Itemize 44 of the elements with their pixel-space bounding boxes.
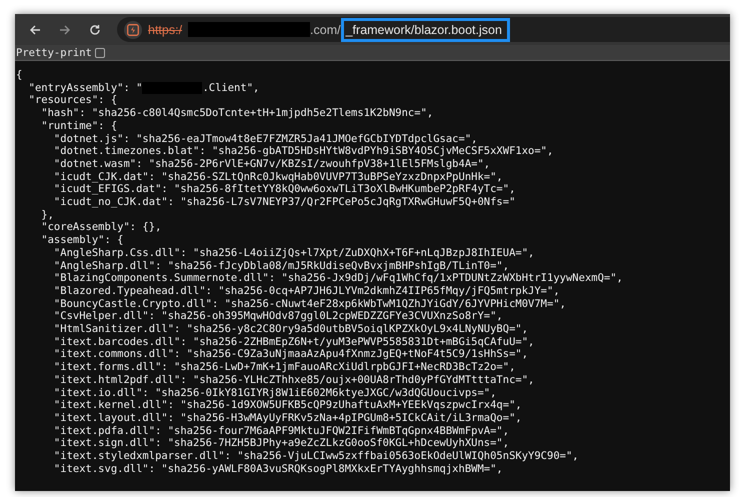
code-line: "dotnet.wasm": "sha256-2P6rVlE+GN7v/KBZsI/zwouhfpV38+1lEl5FMslgb4A=", (52, 158, 492, 171)
back-arrow-icon (29, 24, 41, 36)
code-line: "icudt_CJK.dat": "sha256-SZLtQnRc0JkwqHab0VUVP7T3uBPSeYzxzDnpxPpUnHk=", (52, 170, 504, 184)
code-line: "itext.html2pdf.dll": "sha256-YLHcZThhxe85/oujx+00UA8rThd0yPfGYdMTtttaTnc=", (52, 374, 536, 387)
code-line: "icudt_EFIGS.dat": "sha256-8fItetYY8kQ0ww6oxwTLiT3oXlBwHKumbeP2pRF4yTc=", (52, 183, 516, 196)
code-line: "Blazored.Typeahead.dll": "sha256-0cq+AP7JH6JLYVm2dkmhZ4IIP65fMqy/jFQ5mtrpkJY=", (52, 284, 561, 298)
code-line: "coreAssembly": {}, (40, 221, 162, 234)
forward-arrow-icon (59, 24, 71, 36)
code-line: "icudt_no_CJK.dat": "sha256-L7sV7NEYP37/Qr2FPCePo5cJqRgTXRwGHuwF5Q+0Nfs=" (52, 196, 516, 209)
code-line: "runtime": { (40, 120, 118, 133)
code-line: }, (40, 208, 55, 222)
code-line: "AngleSharp.Css.dll": "sha256-L4oiiZjQs+l7Xpt/ZuDXQhX+T6F+nLqJBzpJ8IhIEUA=", (52, 246, 536, 260)
code-line: .Client", (202, 82, 260, 94)
url-scheme: https:/ (148, 22, 182, 36)
lightning-icon (127, 24, 139, 36)
code-line: "entryAssembly": " (28, 82, 142, 94)
pretty-print-checkbox[interactable] (94, 48, 105, 58)
url-path: _framework/blazor.boot.json (340, 18, 510, 42)
url-host: .com/ (310, 22, 341, 36)
code-line: "itext.forms.dll": "sha256-LwD+7mK+1jmFauoARcXiUdlrpbGJFI+NecRD3BcTz2o=", (52, 361, 516, 374)
code-line: "BouncyCastle.Crypto.dll": "sha256-cNuwt4eF28xp6kWbTwM1QZhJYiGdY/6JYVPHicM0V7M=", (52, 298, 567, 310)
pretty-print-label: Pretty-print (16, 46, 92, 58)
code-line: "resources": { (28, 94, 118, 108)
code-line: "itext.commons.dll": "sha256-C9Za3uNjmaaAzApu4fXnmzJgEQ+tNoF4t5C9/1sHhSs=", (52, 348, 530, 362)
code-line: "itext.svg.dll": "sha256-yAWLF80A3vuSRQKsogPl8MXkxErTYAyghhsmqjxhBWM=", (52, 462, 504, 476)
code-line: "itext.pdfa.dll": "sha256-four7M6aAPF9MktuJFQW2IFifWmBTqGpnx4BBWmFpvA=", (52, 424, 510, 438)
code-line: "AngleSharp.dll": "sha256-fJcyDbla08/mJ5RkUdiseQvBvxjmBHPshIgB/TLinT0=", (52, 260, 510, 272)
code-line: "HtmlSanitizer.dll": "sha256-y8c2C8Ory9a5d0utbBV5oiqlKPZXkOyL9x4LNyNUyBQ=", (52, 323, 530, 336)
site-info-button[interactable] (124, 20, 142, 38)
code-line: "itext.styledxmlparser.dll": "sha256-VjuLCIww5zxffbai0563oEkOdeUlWIQh05nSKyY9C90=", (52, 450, 580, 463)
code-line: "dotnet.timezones.blat": "sha256-gbATD5HDsHYtW8vdPYh9iSBY4O5CjvMeCSF5xXWF1xo=", (52, 145, 554, 158)
code-line: "itext.sign.dll": "sha256-7HZH5BJPhy+a9eZcZLkzG0ooSf0KGL+hDcewUyhXUns=", (52, 437, 510, 450)
code-line: "itext.io.dll": "sha256-0IkY81GIYRj8W1iE602M6ktyeJXGC/w3dQGUoucivps=", (52, 386, 498, 400)
reload-icon (89, 24, 101, 36)
code-line: { (16, 69, 24, 82)
address-bar[interactable]: https:/ .com/ _framework/blazor.boot.json (117, 17, 730, 42)
code-line: "BlazingComponents.Summernote.dll": "sha256-Jx9dDj/wFq1WhCfq/1xPTDUNtZzWXbHtrI1yywNexmQ=", (52, 272, 624, 285)
code-line: "itext.barcodes.dll": "sha256-2ZHBmEpZ6N+t/yuM3ePWVP5585831Dt+mBGi5qCAfuU=", (52, 336, 536, 348)
code-line: "assembly": { (40, 234, 124, 247)
code-line: "itext.layout.dll": "sha256-H3wMAyUyFRKv5zNa+4pIPGUm8+5ICkCAit/iL3rmaQo=", (52, 412, 523, 425)
code-line: "hash": "sha256-c80l4Qsmc5DoTcnte+tH+1mjpdh5e2Tlems1K2bN9nc=", (40, 107, 434, 120)
code-line: "CsvHelper.dll": "sha256-oh395MqwHOdv87ggl0L2cpWEDZZGFYe3CVUXnzSo8rY=", (52, 310, 504, 324)
code-line: "dotnet.js": "sha256-eaJTmow4t8eE7FZMZR5Ja41JMOefGCbIYDTdpclGsac=", (52, 132, 478, 146)
code-line: "itext.kernel.dll": "sha256-1d9XOW5UFKB5cQP9zUhaftuAxM+YEEkVqszpwcIrx4q=", (52, 399, 523, 412)
